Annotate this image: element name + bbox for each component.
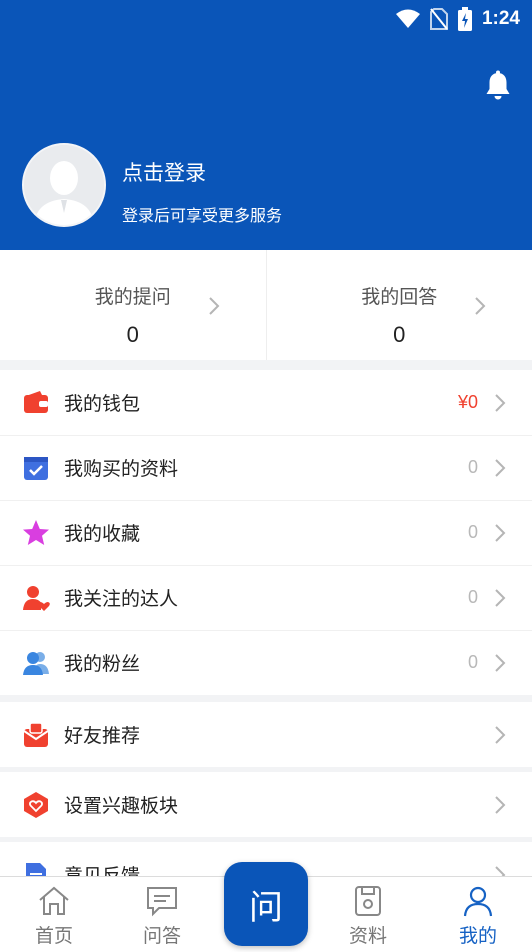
tab-home[interactable]: 首页 xyxy=(0,877,108,952)
chevron-right-icon xyxy=(495,393,506,412)
menu-item-followed-experts[interactable]: 我关注的达人 0 xyxy=(0,565,532,630)
ask-question-button[interactable]: 问 xyxy=(224,862,308,946)
chevron-right-icon xyxy=(475,297,486,315)
home-icon xyxy=(39,886,69,915)
menu-item-label: 我的收藏 xyxy=(64,523,141,545)
menu-group-recommend: 好友推荐 xyxy=(0,702,532,767)
tab-label: 我的 xyxy=(458,925,497,947)
menu-item-label: 我购买的资料 xyxy=(64,458,179,480)
my-answers-stat[interactable]: 我的回答 0 xyxy=(265,250,532,360)
chevron-right-icon xyxy=(495,523,506,542)
tab-mine[interactable]: 我的 xyxy=(424,877,532,952)
menu-item-wallet[interactable]: 我的钱包 ¥0 xyxy=(0,370,532,435)
default-avatar-icon xyxy=(24,145,104,225)
menu-item-count: 0 xyxy=(467,522,478,542)
wallet-icon xyxy=(24,390,48,413)
user-icon xyxy=(463,886,493,917)
wifi-icon xyxy=(395,9,420,28)
chevron-right-icon xyxy=(495,725,506,744)
battery-charging-icon xyxy=(457,7,472,31)
stat-value: 0 xyxy=(126,322,139,347)
menu-item-label: 我关注的达人 xyxy=(64,588,179,610)
tab-qa[interactable]: 问答 xyxy=(108,877,216,952)
star-icon xyxy=(23,519,49,545)
menu-item-favorites[interactable]: 我的收藏 0 xyxy=(0,500,532,565)
login-prompt[interactable]: 点击登录 xyxy=(122,157,206,187)
wallet-balance: ¥0 xyxy=(457,392,478,412)
menu-item-label: 好友推荐 xyxy=(64,725,141,747)
menu-item-count: 0 xyxy=(467,457,478,477)
chevron-right-icon xyxy=(495,588,506,607)
menu-item-count: 0 xyxy=(467,652,478,672)
followed-user-icon xyxy=(23,585,50,611)
menu-item-label: 设置兴趣板块 xyxy=(64,795,179,817)
notification-bell-icon[interactable] xyxy=(484,70,512,102)
no-sim-icon xyxy=(429,8,448,30)
login-subtitle: 登录后可享受更多服务 xyxy=(122,206,283,225)
chevron-right-icon xyxy=(495,458,506,477)
fans-icon xyxy=(23,651,49,675)
stat-label: 我的提问 xyxy=(94,286,171,308)
menu-item-label: 我的钱包 xyxy=(64,393,141,415)
menu-item-interest-settings[interactable]: 设置兴趣板块 xyxy=(0,772,532,837)
tab-label: 首页 xyxy=(34,925,73,947)
menu-item-purchased-materials[interactable]: 我购买的资料 0 xyxy=(0,435,532,500)
purchased-materials-icon xyxy=(24,456,48,480)
recommend-friend-icon xyxy=(23,721,49,747)
avatar[interactable] xyxy=(22,143,106,227)
menu-item-label: 我的粉丝 xyxy=(64,653,141,675)
menu-item-fans[interactable]: 我的粉丝 0 xyxy=(0,630,532,695)
stat-label: 我的回答 xyxy=(361,286,438,308)
interest-settings-icon xyxy=(24,791,48,818)
my-questions-stat[interactable]: 我的提问 0 xyxy=(0,250,266,360)
stat-value: 0 xyxy=(393,322,406,347)
menu-group-interest: 设置兴趣板块 xyxy=(0,772,532,837)
tab-materials[interactable]: 资料 xyxy=(314,877,422,952)
qa-stats: 我的提问 0 我的回答 0 xyxy=(0,250,532,360)
profile-header: 1:24 点击登录 登录后可享受更多服务 xyxy=(0,0,532,250)
chevron-right-icon xyxy=(495,795,506,814)
menu-item-count: 0 xyxy=(467,587,478,607)
menu-group-account: 我的钱包 ¥0 我购买的资料 0 我的收藏 0 我关注的达人 0 我的粉丝 0 xyxy=(0,370,532,695)
qa-icon xyxy=(147,887,177,917)
status-bar: 1:24 xyxy=(395,6,520,32)
chevron-right-icon xyxy=(208,297,219,315)
tab-label: 资料 xyxy=(348,925,387,947)
status-time: 1:24 xyxy=(481,8,520,29)
tab-label: 问答 xyxy=(142,925,181,947)
menu-item-recommend-friend[interactable]: 好友推荐 xyxy=(0,702,532,767)
materials-icon xyxy=(355,886,381,916)
chevron-right-icon xyxy=(495,653,506,672)
